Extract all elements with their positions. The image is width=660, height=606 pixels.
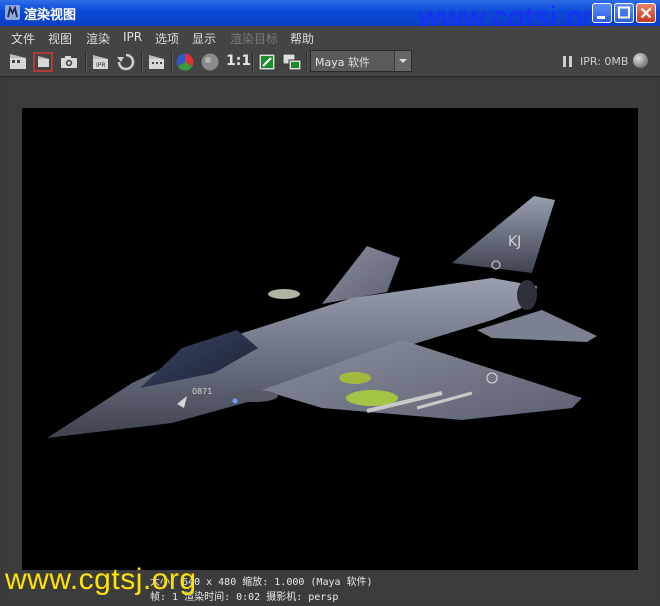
render-image[interactable]: KJ 0871 [22, 108, 638, 570]
rgb-channels-icon[interactable] [174, 51, 196, 73]
renderer-dropdown[interactable]: Maya 软件 [310, 50, 412, 72]
rendered-jet-image: KJ 0871 [47, 196, 597, 438]
chevron-down-icon [394, 51, 411, 71]
remove-image-icon[interactable] [281, 51, 303, 73]
menu-options[interactable]: 选项 [155, 30, 179, 47]
maximize-button[interactable] [614, 3, 634, 23]
window-title: 渲染视图 [24, 8, 77, 23]
snapshot-icon[interactable] [58, 51, 80, 73]
minimize-button[interactable] [592, 3, 612, 23]
menu-display[interactable]: 显示 [192, 30, 216, 47]
render-region-icon[interactable] [32, 51, 54, 73]
alpha-channel-icon[interactable] [199, 51, 221, 73]
minimize-icon [597, 16, 605, 19]
menu-help[interactable]: 帮助 [290, 30, 314, 47]
menu-file[interactable]: 文件 [11, 30, 35, 47]
refresh-ipr-icon[interactable] [115, 51, 137, 73]
svg-text:IPR: IPR [96, 62, 106, 69]
render-settings-icon[interactable] [146, 51, 168, 73]
ipr-render-icon[interactable]: IPR [90, 51, 112, 73]
renderer-value: Maya 软件 [315, 56, 370, 69]
nose-number: 0871 [192, 387, 212, 396]
pause-ipr-icon[interactable] [563, 56, 573, 67]
menu-render-target[interactable]: 渲染目标 [230, 30, 278, 47]
real-size-button[interactable]: 1:1 [226, 53, 251, 69]
ipr-memory-status: IPR: 0MB [580, 55, 629, 68]
menu-render[interactable]: 渲染 [86, 30, 110, 47]
redo-render-icon[interactable] [7, 51, 29, 73]
menu-ipr[interactable]: IPR [123, 30, 142, 44]
close-icon [640, 7, 652, 19]
close-button[interactable] [636, 3, 656, 23]
watermark-bottom: www.cgtsj.org [5, 563, 197, 596]
ipr-sphere-icon [633, 53, 648, 68]
menu-view[interactable]: 视图 [48, 30, 72, 47]
menu-bar: 文件 视图 渲染 IPR 选项 显示 渲染目标 帮助 [0, 26, 660, 48]
tail-code: KJ [508, 234, 521, 250]
keep-image-icon[interactable] [256, 51, 278, 73]
maximize-icon [618, 6, 630, 19]
maya-app-icon [5, 5, 20, 20]
